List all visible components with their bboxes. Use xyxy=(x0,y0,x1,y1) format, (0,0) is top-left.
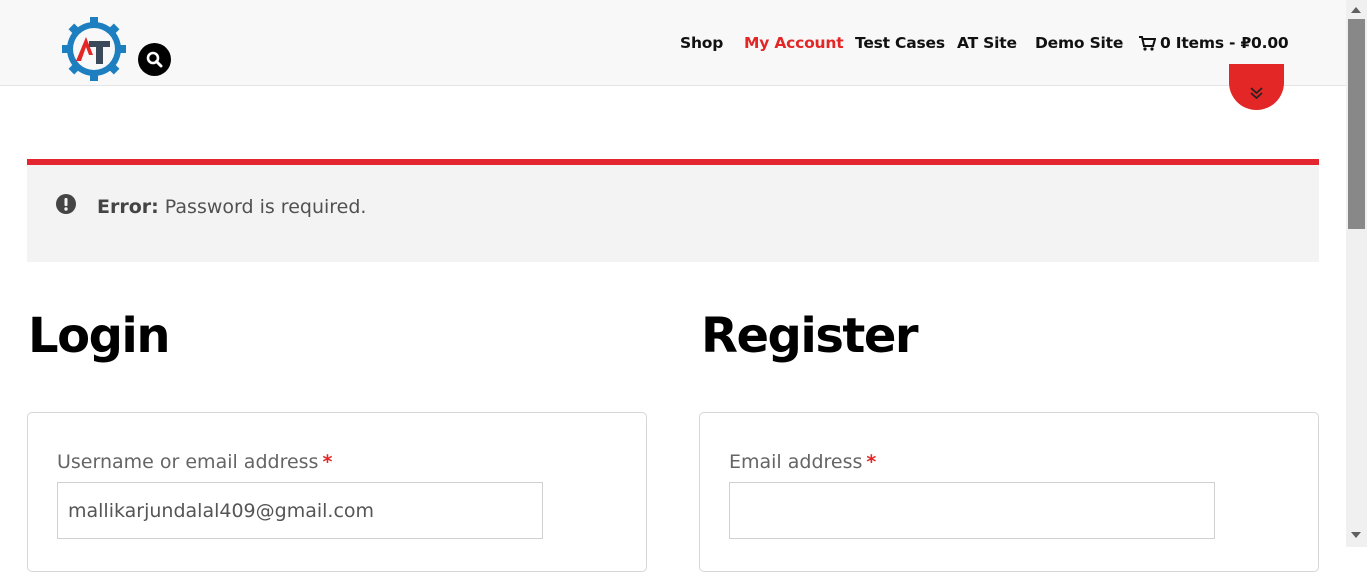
nav-test-cases[interactable]: Test Cases xyxy=(855,34,945,52)
error-label: Error: xyxy=(97,196,159,218)
nav-demo-site[interactable]: Demo Site xyxy=(1035,34,1123,52)
username-label-text: Username or email address xyxy=(57,451,319,473)
cart-icon xyxy=(1139,35,1156,51)
username-input[interactable] xyxy=(57,482,543,539)
chevron-double-down-icon xyxy=(1250,87,1263,100)
main-navigation: Shop My Account Test Cases AT Site Demo … xyxy=(0,34,1346,56)
required-mark: * xyxy=(866,451,877,473)
register-email-input[interactable] xyxy=(729,482,1215,539)
register-form: Email address * xyxy=(699,412,1319,572)
nav-shop[interactable]: Shop xyxy=(680,34,723,52)
scroll-down-arrow[interactable] xyxy=(1351,532,1361,538)
register-title: Register xyxy=(701,308,919,364)
scroll-down-button[interactable] xyxy=(1229,64,1284,110)
nav-my-account[interactable]: My Account xyxy=(744,34,844,52)
cart-summary: 0 Items - ₽0.00 xyxy=(1160,34,1289,52)
login-title: Login xyxy=(28,308,171,364)
exclamation-circle-icon xyxy=(56,194,76,214)
scroll-up-arrow[interactable] xyxy=(1351,7,1361,13)
site-header: Shop My Account Test Cases AT Site Demo … xyxy=(0,0,1346,86)
login-form: Username or email address * xyxy=(27,412,647,572)
nav-cart[interactable]: 0 Items - ₽0.00 xyxy=(1139,34,1289,52)
email-label: Email address * xyxy=(729,451,876,473)
error-notice: Error: Password is required. xyxy=(27,159,1319,262)
error-message: Error: Password is required. xyxy=(97,196,366,218)
nav-at-site[interactable]: AT Site xyxy=(957,34,1017,52)
required-mark: * xyxy=(322,451,333,473)
scrollbar-thumb[interactable] xyxy=(1348,19,1365,229)
error-detail: Password is required. xyxy=(164,196,367,218)
username-label: Username or email address * xyxy=(57,451,332,473)
email-label-text: Email address xyxy=(729,451,863,473)
